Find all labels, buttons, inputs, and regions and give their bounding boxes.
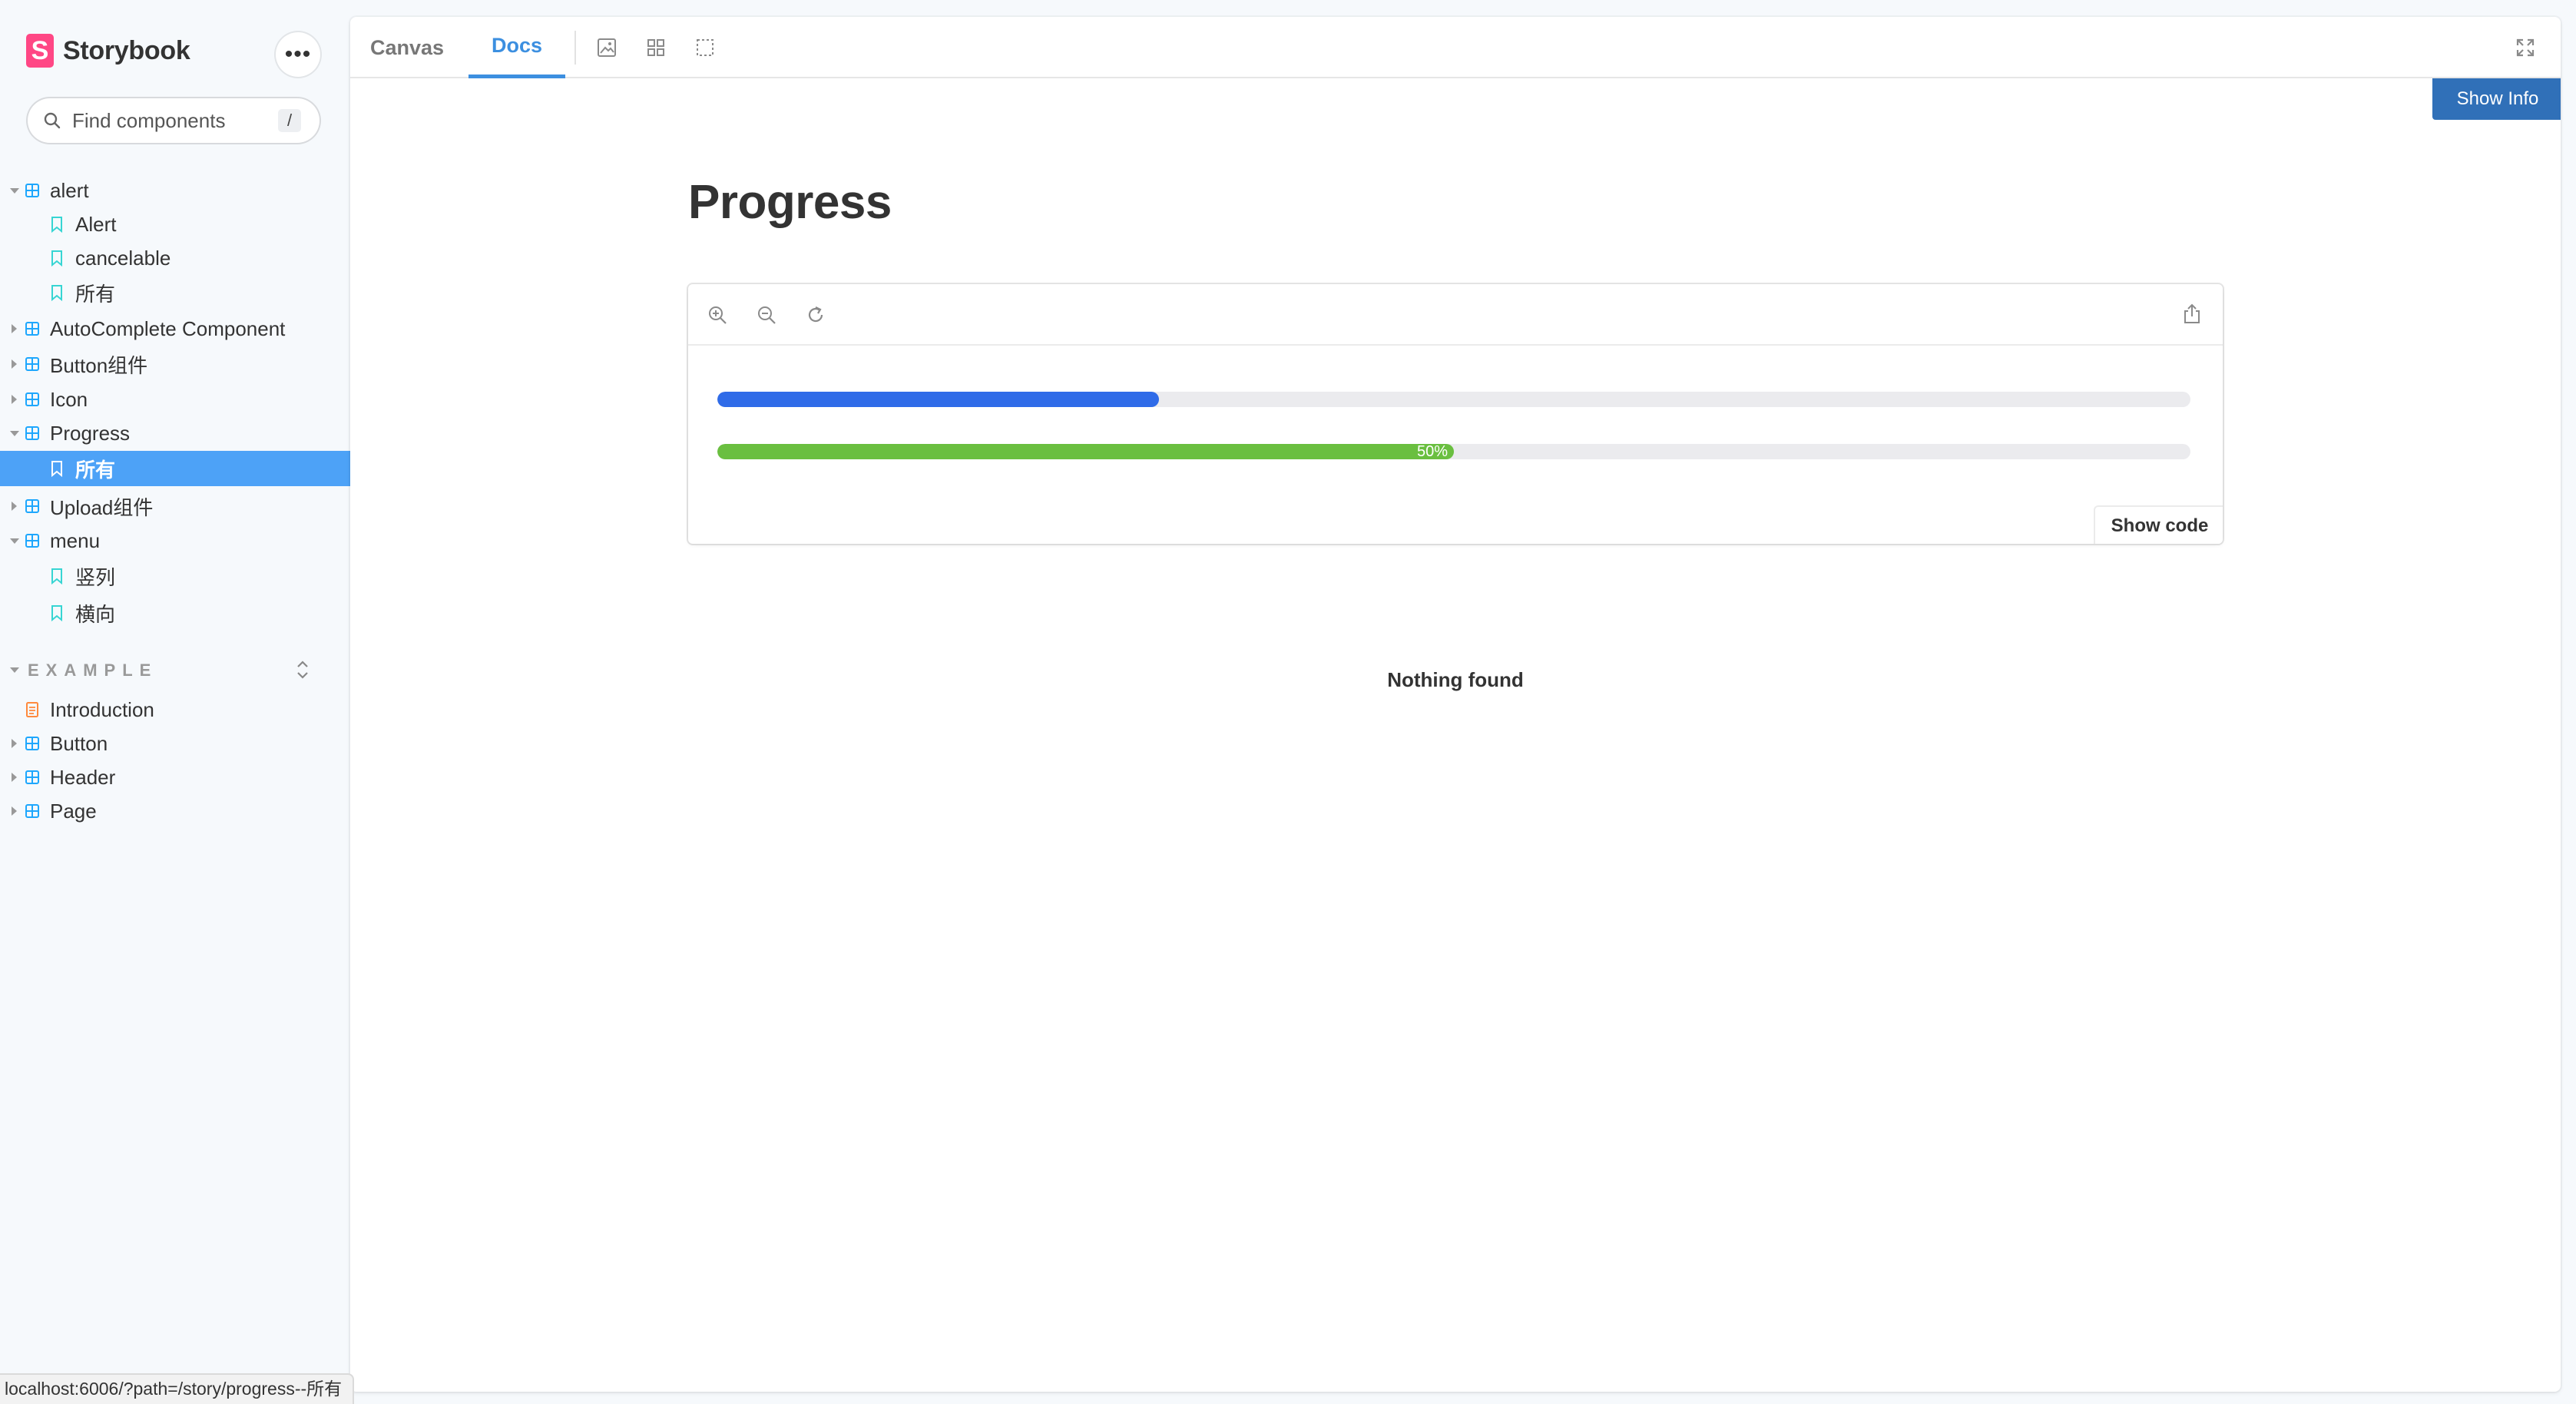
outline-icon[interactable] <box>694 37 716 58</box>
component-icon <box>25 770 39 784</box>
main-panel: Canvas Docs Show Info Progress 50% Show … <box>350 17 2561 1392</box>
progress-bar <box>717 392 2190 407</box>
sidebar-item-label: Introduction <box>50 697 154 721</box>
sidebar-item-label: Alert <box>75 212 117 236</box>
grid-icon[interactable] <box>645 37 667 58</box>
bookmark-icon <box>51 250 62 267</box>
sidebar-item-label: 横向 <box>75 602 116 626</box>
sidebar: S Storybook ••• / alert Alert cancelable… <box>0 0 350 1404</box>
toolbar: Canvas Docs <box>350 17 2561 78</box>
sidebar-item-label: Button组件 <box>50 353 148 377</box>
expand-caret-icon[interactable] <box>10 538 19 544</box>
component-icon <box>25 392 39 406</box>
component-icon <box>25 737 39 750</box>
expand-collapse-all-icon[interactable] <box>293 659 313 680</box>
progress-fill <box>717 392 1160 407</box>
zoom-reset-icon[interactable] <box>805 304 826 326</box>
sidebar-item-label: 所有 <box>75 458 116 482</box>
sidebar-item-alert-alert[interactable]: Alert <box>0 207 350 241</box>
document-icon <box>26 702 38 717</box>
section-header-example[interactable]: EXAMPLE <box>28 661 157 680</box>
sidebar-item-alert-cancelable[interactable]: cancelable <box>0 241 350 275</box>
sidebar-item-introduction[interactable]: Introduction <box>0 693 350 727</box>
progress-fill: 50% <box>717 444 1454 459</box>
component-icon <box>25 804 39 818</box>
share-icon[interactable] <box>2181 303 2203 326</box>
search-input[interactable] <box>71 104 286 137</box>
page-title: Progress <box>688 176 892 229</box>
progress-text: 50% <box>1416 444 1448 459</box>
expand-caret-icon[interactable] <box>12 359 17 369</box>
sidebar-item-icon[interactable]: Icon <box>0 382 350 416</box>
zoom-in-icon[interactable] <box>707 304 728 326</box>
sidebar-item-progress-all[interactable]: 所有 <box>0 451 350 486</box>
sidebar-item-menu[interactable]: menu <box>0 524 350 558</box>
sidebar-item-example-page[interactable]: Page <box>0 794 350 828</box>
story-preview: 50% Show code <box>688 284 2223 544</box>
component-icon <box>25 534 39 548</box>
component-icon <box>25 357 39 371</box>
show-info-button[interactable]: Show Info <box>2432 78 2561 120</box>
brand-name: Storybook <box>63 35 190 65</box>
sidebar-item-label: 竖列 <box>75 565 116 589</box>
search-shortcut-key: / <box>278 109 301 132</box>
sidebar-item-label: cancelable <box>75 246 171 270</box>
search-box: / <box>28 98 320 143</box>
progress-bar: 50% <box>717 444 2190 459</box>
expand-caret-icon[interactable] <box>10 188 19 194</box>
sidebar-item-menu-vertical[interactable]: 竖列 <box>0 559 350 593</box>
sidebar-item-progress[interactable]: Progress <box>0 416 350 450</box>
search-icon <box>44 112 61 129</box>
storybook-logo-icon: S <box>26 34 54 68</box>
sidebar-item-example-button[interactable]: Button <box>0 727 350 760</box>
sidebar-item-label: AutoComplete Component <box>50 316 286 340</box>
sidebar-item-label: alert <box>50 178 89 202</box>
zoom-out-icon[interactable] <box>756 304 777 326</box>
sidebar-item-upload[interactable]: Upload组件 <box>0 489 350 523</box>
expand-caret-icon[interactable] <box>10 431 19 436</box>
component-icon <box>25 499 39 513</box>
component-icon <box>25 184 39 197</box>
sidebar-item-example-header[interactable]: Header <box>0 760 350 794</box>
image-icon[interactable] <box>596 37 618 58</box>
expand-caret-icon[interactable] <box>12 806 17 816</box>
expand-caret-icon[interactable] <box>12 324 17 333</box>
component-icon <box>25 322 39 336</box>
bookmark-icon <box>51 217 62 233</box>
more-options-button[interactable]: ••• <box>276 32 320 77</box>
expand-caret-icon[interactable] <box>12 739 17 748</box>
sidebar-item-menu-horizontal[interactable]: 横向 <box>0 596 350 630</box>
section-caret-icon[interactable] <box>10 667 19 673</box>
expand-caret-icon[interactable] <box>12 773 17 782</box>
tab-docs[interactable]: Docs <box>469 17 565 78</box>
sidebar-item-alert-all[interactable]: 所有 <box>0 276 350 310</box>
brand[interactable]: S Storybook <box>26 34 190 68</box>
show-code-button[interactable]: Show code <box>2094 505 2223 544</box>
status-bar-url: localhost:6006/?path=/story/progress--所有 <box>0 1373 355 1404</box>
bookmark-icon <box>51 568 62 584</box>
sidebar-item-label: Progress <box>50 421 131 445</box>
sidebar-item-alert[interactable]: alert <box>0 174 350 207</box>
fullscreen-icon[interactable] <box>2515 37 2536 58</box>
sidebar-item-label: Button <box>50 731 108 755</box>
sidebar-item-label: menu <box>50 528 101 552</box>
expand-caret-icon[interactable] <box>12 395 17 404</box>
bookmark-icon <box>51 461 62 477</box>
toolbar-divider <box>574 31 576 65</box>
sidebar-item-label: Icon <box>50 387 88 411</box>
bookmark-icon <box>51 285 62 301</box>
expand-caret-icon[interactable] <box>12 502 17 511</box>
bookmark-icon <box>51 605 62 621</box>
preview-toolbar <box>688 284 2223 346</box>
sidebar-item-label: Page <box>50 799 97 823</box>
sidebar-item-button[interactable]: Button组件 <box>0 347 350 381</box>
sidebar-item-label: 所有 <box>75 282 116 306</box>
nothing-found-message: Nothing found <box>1387 668 1524 691</box>
tab-canvas[interactable]: Canvas <box>364 17 450 78</box>
sidebar-item-autocomplete[interactable]: AutoComplete Component <box>0 312 350 346</box>
sidebar-item-label: Header <box>50 765 116 789</box>
component-icon <box>25 426 39 440</box>
sidebar-item-label: Upload组件 <box>50 495 154 519</box>
